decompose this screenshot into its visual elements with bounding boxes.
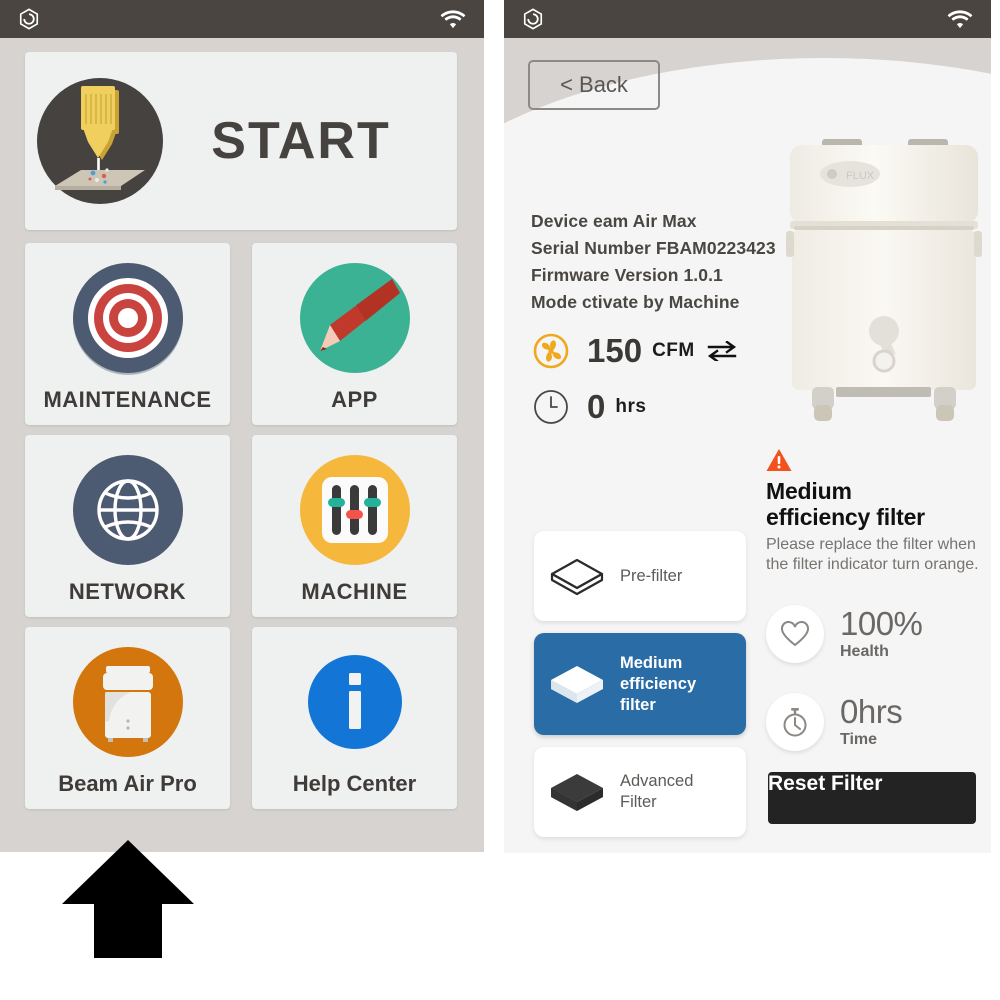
tile-label-app: APP	[331, 387, 378, 412]
metric-airflow: 150 CFM	[532, 332, 737, 370]
tile-app[interactable]: APP	[252, 243, 457, 425]
info-icon	[296, 643, 414, 761]
clock-icon	[532, 388, 570, 426]
filter-light-icon	[546, 554, 608, 598]
target-icon	[69, 259, 187, 377]
tile-label-maintenance: MAINTENANCE	[43, 387, 212, 412]
filter-label-advanced: Advanced Filter	[620, 772, 694, 811]
time-value: 0hrs	[840, 693, 903, 730]
stat-time: 0hrs Time	[766, 693, 903, 751]
left-status-bar	[0, 0, 484, 38]
menu-grid: MAINTENANCE APP NETWORK MACHINE Beam Air…	[25, 243, 457, 809]
tile-label-network: NETWORK	[68, 579, 187, 604]
tile-label-help-center: Help Center	[292, 771, 417, 796]
heart-icon	[766, 605, 824, 663]
stopwatch-icon	[766, 693, 824, 751]
tile-network[interactable]: NETWORK	[25, 435, 230, 617]
stat-health: 100% Health	[766, 605, 923, 663]
filter-warning-description: Please replace the filter when the filte…	[766, 536, 979, 573]
tile-beam-air-pro[interactable]: Beam Air Pro	[25, 627, 230, 809]
sliders-icon	[296, 451, 414, 569]
tile-label-beam-air-pro: Beam Air Pro	[58, 771, 197, 796]
beam-air-pro-device-image: FLUX	[776, 135, 991, 425]
filter-card-advanced[interactable]: Advanced Filter	[534, 747, 746, 837]
globe-icon	[69, 451, 187, 569]
wifi-icon	[440, 9, 466, 29]
time-label: Time	[840, 731, 878, 748]
health-label: Health	[840, 643, 889, 660]
warning-triangle-icon	[766, 448, 792, 472]
back-button[interactable]: < Back	[528, 60, 660, 110]
filter-card-medium-efficiency[interactable]: Medium efficiency filter	[534, 633, 746, 735]
fan-icon	[532, 332, 570, 370]
wifi-icon	[947, 9, 973, 29]
laser-head-icon	[35, 76, 165, 206]
filter-medium-icon	[546, 662, 608, 706]
filter-dark-icon	[546, 770, 608, 814]
device-info-line: Serial Number FBAM0223423	[531, 238, 776, 258]
left-panel-home-screen: START MAINTENANCE APP NETWORK MACHINE Be…	[0, 0, 484, 852]
tile-maintenance[interactable]: MAINTENANCE	[25, 243, 230, 425]
tile-label-machine: MACHINE	[301, 579, 408, 604]
right-panel-beam-air-pro-detail: < Back FLUX Device eam Air Max Serial Nu…	[504, 0, 991, 853]
airflow-unit: CFM	[652, 340, 695, 361]
svg-text:FLUX: FLUX	[846, 170, 875, 182]
device-info-line: Mode ctivate by Machine	[531, 292, 740, 312]
reset-filter-button[interactable]: Reset Filter	[768, 772, 976, 824]
health-value: 100%	[840, 605, 923, 642]
tile-machine[interactable]: MACHINE	[252, 435, 457, 617]
device-info-line: Device eam Air Max	[531, 211, 697, 231]
air-purifier-icon	[69, 643, 187, 761]
filter-label-medium-efficiency: Medium efficiency filter	[620, 653, 697, 714]
flux-hex-logo-icon	[522, 8, 544, 30]
filter-label-pre-filter: Pre-filter	[620, 566, 683, 585]
filter-warning-block: Medium efficiency filter Please replace …	[766, 448, 982, 575]
runtime-value: 0	[587, 388, 606, 425]
runtime-unit: hrs	[615, 396, 647, 417]
dual-screenshot: START MAINTENANCE APP NETWORK MACHINE Be…	[0, 0, 1000, 1000]
pencil-icon	[296, 259, 414, 377]
airflow-value: 150	[587, 332, 643, 369]
device-info-line: Firmware Version 1.0.1	[531, 265, 723, 285]
right-status-bar	[504, 0, 991, 38]
tile-help-center[interactable]: Help Center	[252, 627, 457, 809]
arrow-up-cursor	[62, 840, 194, 958]
metric-runtime: 0 hrs	[532, 388, 646, 426]
start-button-card[interactable]: START	[25, 52, 457, 230]
device-info-block: Device eam Air Max Serial Number FBAM022…	[531, 208, 776, 316]
start-label: START	[211, 112, 391, 170]
filter-warning-title: Medium efficiency filter	[766, 478, 925, 530]
flux-hex-logo-icon	[18, 8, 40, 30]
filter-card-pre-filter[interactable]: Pre-filter	[534, 531, 746, 621]
swap-arrows-icon[interactable]	[707, 340, 737, 363]
filter-selector-list: Pre-filter Medium efficiency filter Adva…	[534, 531, 746, 849]
